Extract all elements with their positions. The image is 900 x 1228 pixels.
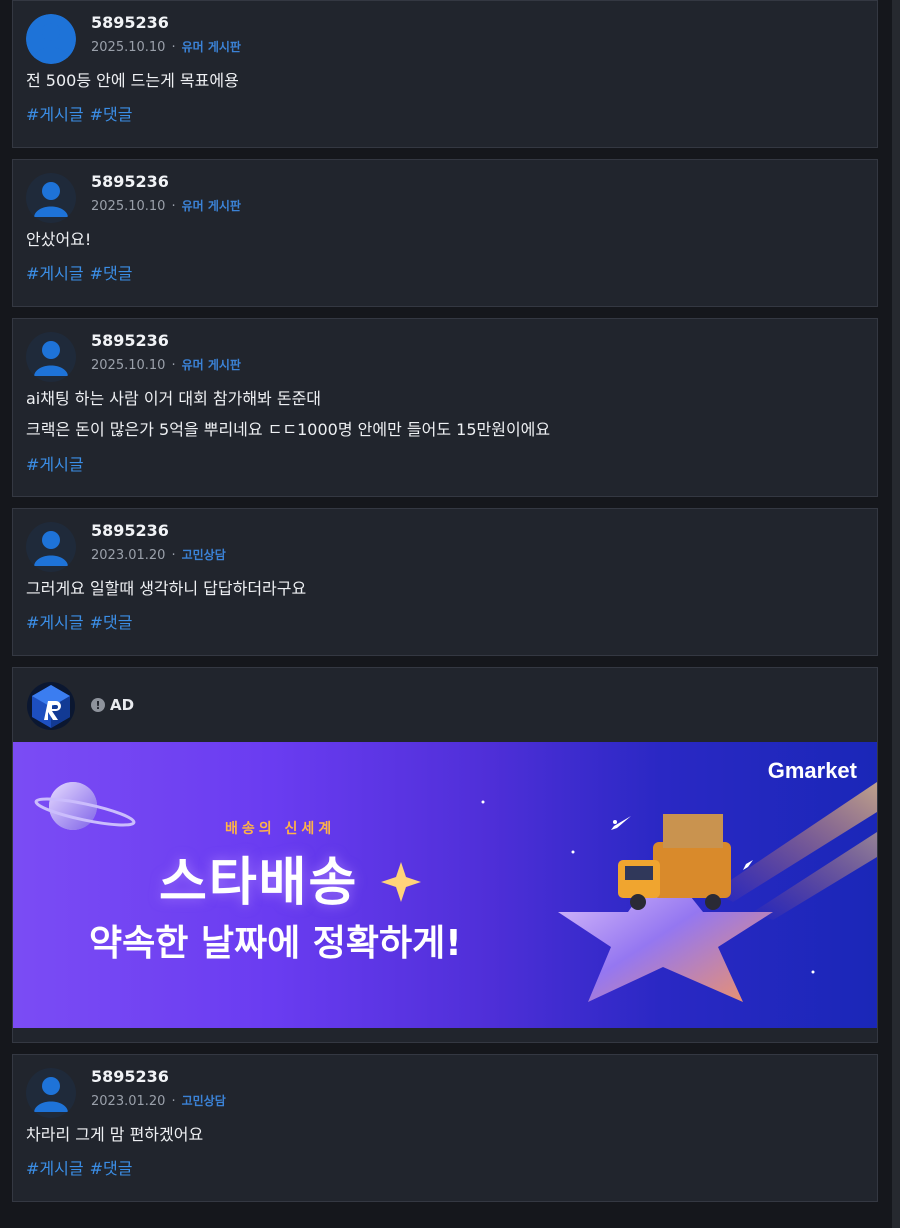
post-body-line: 안샀어요! [26,230,92,249]
ad-banner[interactable]: Gmarket 배송의 신세계 스타배송 약속한 날짜에 정확하게! [13,742,877,1028]
post-date: 2025.10.10 [91,40,166,55]
post-card[interactable]: 5895236 2023.01.20 · 고민상담 차라리 그게 맘 편하겠어요 #… [12,1054,878,1202]
post-tags: #게시글 #댓글 [26,101,138,125]
post-body-line: 전 500등 안에 드는게 목표에용 [26,71,239,90]
tag-comment[interactable]: #댓글 [90,1159,133,1178]
post-username[interactable]: 5895236 [91,13,169,32]
post-card[interactable]: 5895236 2025.10.10 · 유머 게시판 안샀어요! #게시글 #댓글 [12,159,878,307]
user-avatar-icon[interactable] [26,332,76,382]
post-username[interactable]: 5895236 [91,172,169,191]
ad-card[interactable]: ! AD Gmarket 배송의 신세계 스타배송 약속한 날짜에 정확하게! [12,667,878,1043]
post-date: 2023.01.20 [91,548,166,563]
post-tags: #게시글 #댓글 [26,260,138,284]
tag-post[interactable]: #게시글 [26,105,84,124]
post-tags: #게시글 [26,451,90,475]
post-meta: 2025.10.10 · 유머 게시판 [91,40,241,55]
tag-post[interactable]: #게시글 [26,455,84,474]
post-tags: #게시글 #댓글 [26,1155,138,1179]
post-board-link[interactable]: 유머 게시판 [182,40,241,54]
tag-comment[interactable]: #댓글 [90,613,133,632]
post-username[interactable]: 5895236 [91,1067,169,1086]
post-tags: #게시글 #댓글 [26,609,138,633]
ad-brand-logo-icon [26,681,76,731]
post-username[interactable]: 5895236 [91,521,169,540]
user-avatar-icon[interactable] [26,1068,76,1118]
tag-post[interactable]: #게시글 [26,1159,84,1178]
post-date: 2025.10.10 [91,358,166,373]
post-date: 2023.01.20 [91,1094,166,1109]
post-body-line: 차라리 그게 맘 편하겠어요 [26,1125,204,1144]
post-meta: 2025.10.10 · 유머 게시판 [91,199,241,214]
post-meta: 2023.01.20 · 고민상담 [91,548,226,563]
user-avatar-icon[interactable] [26,522,76,572]
tag-post[interactable]: #게시글 [26,264,84,283]
post-card[interactable]: 5895236 2025.10.10 · 유머 게시판 ai채팅 하는 사람 이거 … [12,318,878,497]
post-board-link[interactable]: 고민상담 [182,1094,226,1108]
banner-headline: 스타배송 [159,853,359,913]
ad-label-text: AD [110,696,135,714]
scrollbar-track[interactable] [892,0,900,1228]
user-avatar-icon[interactable] [26,14,76,64]
post-body-line: ai채팅 하는 사람 이거 대회 참가해봐 돈준대 [26,389,322,408]
post-card[interactable]: 5895236 2023.01.20 · 고민상담 그러게요 일할때 생각하니 답답… [12,508,878,656]
post-card[interactable]: 5895236 2025.10.10 · 유머 게시판 전 500등 안에 드는게 … [12,0,878,148]
post-body-line: 그러게요 일할때 생각하니 답답하더라구요 [26,579,307,598]
post-username[interactable]: 5895236 [91,331,169,350]
tag-comment[interactable]: #댓글 [90,105,133,124]
info-circle-icon[interactable]: ! [91,698,105,712]
post-board-link[interactable]: 유머 게시판 [182,199,241,213]
post-board-link[interactable]: 고민상담 [182,548,226,562]
banner-tagline: 약속한 날짜에 정확하게! [89,923,462,964]
banner-artwork [34,782,877,1002]
post-meta: 2025.10.10 · 유머 게시판 [91,358,241,373]
post-meta: 2023.01.20 · 고민상담 [91,1094,226,1109]
banner-subtitle: 배송의 신세계 [225,821,336,837]
ad-label: ! AD [91,696,134,714]
tag-comment[interactable]: #댓글 [90,264,133,283]
post-date: 2025.10.10 [91,199,166,214]
tag-post[interactable]: #게시글 [26,613,84,632]
post-body-line: 크랙은 돈이 많은가 5억을 뿌리네요 ㄷㄷ1000명 안에만 들어도 15만원… [26,420,551,439]
post-board-link[interactable]: 유머 게시판 [182,358,241,372]
user-avatar-icon[interactable] [26,173,76,223]
gmarket-logo: Gmarket [767,758,857,783]
